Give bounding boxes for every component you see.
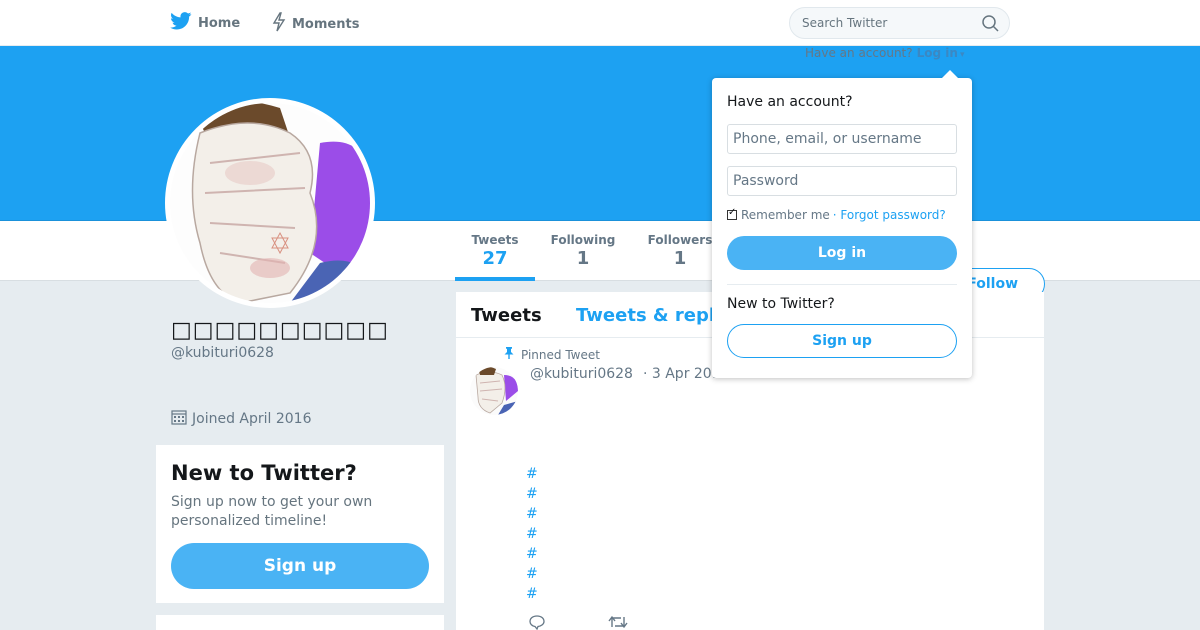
- stat-label: Following: [550, 233, 616, 247]
- stat-tweets[interactable]: Tweets 27: [455, 233, 535, 281]
- hashtag-link[interactable]: #: [526, 544, 538, 564]
- tweet-header: @kubituri0628 · 3 Apr 2016: [530, 366, 730, 382]
- top-nav: Home Moments: [0, 0, 1200, 46]
- calendar-icon: [171, 409, 187, 429]
- pinned-label: Pinned Tweet: [521, 347, 600, 362]
- retweet-icon[interactable]: [608, 614, 628, 630]
- tweet-handle[interactable]: @kubituri0628: [530, 366, 633, 382]
- stat-value: 1: [673, 248, 687, 269]
- tab-tweets[interactable]: Tweets: [471, 305, 542, 326]
- remember-row: Remember me · Forgot password?: [727, 207, 946, 222]
- hashtag-link[interactable]: #: [526, 464, 538, 484]
- tab-tweets-replies[interactable]: Tweets & repl: [576, 305, 715, 326]
- dropdown-title: Have an account?: [727, 94, 853, 110]
- pin-icon: [504, 347, 514, 362]
- stat-followers[interactable]: Followers 1: [645, 233, 715, 269]
- dropdown-signup-button[interactable]: Sign up: [727, 324, 957, 358]
- stat-following[interactable]: Following 1: [545, 233, 621, 269]
- login-dropdown: Have an account? Remember me · Forgot pa…: [712, 70, 972, 378]
- profile-name: □□□□□□□□□□: [171, 318, 389, 343]
- hashtag-link[interactable]: #: [526, 504, 538, 524]
- profile-handle[interactable]: @kubituri0628: [171, 345, 274, 361]
- sidebar-card: [156, 615, 444, 630]
- card-title: New to Twitter?: [171, 461, 357, 485]
- card-text: Sign up now to get your own personalized…: [171, 494, 373, 529]
- nav-home-label: Home: [198, 15, 241, 31]
- joined-date: Joined April 2016: [171, 409, 312, 429]
- login-link[interactable]: Log in: [917, 46, 965, 60]
- search-icon[interactable]: [982, 15, 999, 36]
- username-field[interactable]: [727, 124, 957, 154]
- twitter-bird-icon: [170, 12, 192, 34]
- tweet-avatar[interactable]: [470, 367, 518, 415]
- nav-home[interactable]: Home: [170, 12, 240, 34]
- lightning-icon: [272, 12, 286, 36]
- hashtag-link[interactable]: #: [526, 564, 538, 584]
- account-prompt: Have an account? Log in: [805, 46, 964, 60]
- new-to-twitter-card: New to Twitter? Sign up now to get your …: [156, 445, 444, 603]
- search-input[interactable]: [802, 8, 972, 38]
- remember-label: Remember me: [741, 208, 830, 222]
- hashtag-link[interactable]: #: [526, 524, 538, 544]
- pinned-indicator: Pinned Tweet: [504, 347, 600, 362]
- stat-value: 1: [576, 248, 590, 269]
- signup-button[interactable]: Sign up: [171, 543, 429, 589]
- nav-moments-label: Moments: [292, 16, 360, 32]
- tweet-hashtags: # # # # # # #: [526, 464, 538, 604]
- profile-avatar[interactable]: [165, 98, 375, 308]
- reply-icon[interactable]: [528, 614, 546, 630]
- stat-label: Tweets: [471, 233, 519, 247]
- new-to-twitter-label: New to Twitter?: [727, 296, 835, 312]
- have-account-text: Have an account?: [805, 46, 913, 60]
- divider: [727, 284, 957, 285]
- joined-text: Joined April 2016: [192, 411, 312, 427]
- hashtag-link[interactable]: #: [526, 584, 538, 604]
- tweet-actions: [528, 614, 628, 630]
- stat-value: 27: [482, 248, 508, 269]
- nav-moments[interactable]: Moments: [272, 12, 359, 36]
- forgot-password-link[interactable]: · Forgot password?: [833, 208, 946, 222]
- stat-label: Followers: [647, 233, 713, 247]
- login-button[interactable]: Log in: [727, 236, 957, 270]
- search-box: [789, 7, 1010, 39]
- hashtag-link[interactable]: #: [526, 484, 538, 504]
- password-field[interactable]: [727, 166, 957, 196]
- remember-checkbox[interactable]: [727, 207, 737, 220]
